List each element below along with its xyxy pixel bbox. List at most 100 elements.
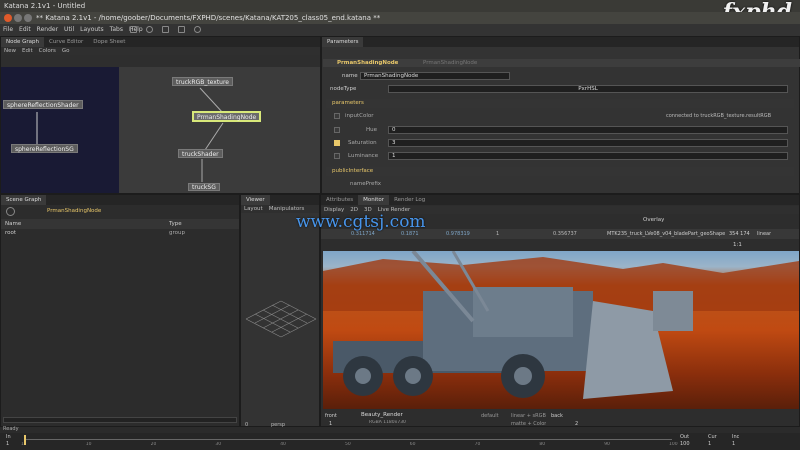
truck-render [323,251,799,399]
param-hue-field[interactable]: 0 [388,126,788,134]
pixel-coord: 354 174 [729,231,750,237]
root-name: root [5,230,17,236]
param-nodetype-dropdown[interactable]: PxrHSL [388,85,788,93]
render-info: RGBA 1180x730 [369,420,406,425]
viewer-menu-layout[interactable]: Layout [241,206,266,212]
scene-graph-close-icon[interactable] [6,207,15,216]
timeline-in-value[interactable]: 1 [6,441,9,447]
os-title: Katana 2.1v1 - Untitled [0,0,800,12]
param-name-field[interactable]: PrmanShadingNode [360,72,510,80]
close-window-icon[interactable] [4,14,12,22]
node-truckrgb-texture[interactable]: truckRGB_texture [172,77,234,86]
maximize-window-icon[interactable] [24,14,32,22]
lut-matte-color[interactable]: matte + Color [511,421,546,427]
section-public-interface[interactable]: publicInterface [326,167,794,176]
menu-file[interactable]: File [0,24,16,36]
pixel-b: 0.978319 [446,231,470,237]
timeline-tick: 1 [21,442,24,447]
render-name: Beauty_Render [361,412,403,418]
timeline-tick: 10 [85,442,92,447]
luminance-checkbox[interactable] [334,153,340,159]
render-image[interactable] [323,251,799,409]
viewer-camera-label[interactable]: persp [271,422,285,428]
param-luminance-field[interactable]: 1 [388,152,788,160]
param-name-label: name [342,73,358,79]
node-prman-shading[interactable]: PrmanShadingNode [191,111,262,122]
hue-checkbox[interactable] [334,127,340,133]
node-connections [36,87,224,182]
param-nodetype-label: nodeType [330,86,357,92]
node-truck-shader[interactable]: truckShader [178,149,223,158]
section-public-label: publicInterface [332,168,374,174]
timeline-track[interactable] [24,439,672,440]
lut-linear-srgb[interactable]: linear + sRGB [511,413,546,419]
menu-bar: File Edit Render Util Layouts Tabs Help [0,24,800,36]
window-title-bar: ** Katana 2.1v1 - /home/goober/Documents… [0,12,800,24]
timeline-tick: 30 [215,442,222,447]
status-text: Ready [3,426,19,432]
undo-icon[interactable] [130,26,137,33]
section-parameters-label: parameters [332,100,364,106]
render-icon[interactable] [162,26,169,33]
timeline-inc-value[interactable]: 1 [732,441,735,447]
overlay-label[interactable]: Overlay [643,217,664,223]
tab-monitor[interactable]: Monitor [358,195,390,205]
lut-default[interactable]: default [481,413,499,419]
menu-util[interactable]: Util [61,24,77,36]
tab-scene-graph[interactable]: Scene Graph [1,195,47,205]
front-value[interactable]: 1 [329,421,332,427]
window-title: ** Katana 2.1v1 - /home/goober/Documents… [36,14,381,22]
timeline-inc-label: Inc [732,434,740,440]
param-node-subtitle: PrmanShadingNode [423,60,478,66]
menu-render[interactable]: Render [34,24,61,36]
viewer-value: 0 [245,422,249,428]
back-value[interactable]: 2 [575,421,578,427]
param-saturation-label: Saturation [348,140,377,146]
settings-icon[interactable] [178,26,185,33]
camera-icon[interactable] [194,26,201,33]
scene-graph-pane: Scene Graph PrmanShadingNode Name Type r… [0,194,240,427]
param-saturation-field[interactable]: 3 [388,139,788,147]
node-sphere-reflection-sg[interactable]: sphereReflectionSG [11,144,78,153]
timeline-tick: 20 [150,442,157,447]
timeline-tick: 80 [539,442,546,447]
tab-viewer[interactable]: Viewer [241,195,270,205]
param-node-header: PrmanShadingNode PrmanShadingNode [323,59,800,67]
timeline-out-value[interactable]: 100 [680,441,690,447]
menu-edit[interactable]: Edit [16,24,34,36]
saturation-checkbox[interactable] [334,140,340,146]
scene-graph-row-root[interactable]: root group [1,228,239,238]
refresh-icon[interactable] [146,26,153,33]
timeline-cur-value[interactable]: 1 [708,441,711,447]
param-nameprefix-label: namePrefix [350,181,382,187]
minimize-window-icon[interactable] [14,14,22,22]
input-color-connection: connected to truckRGB_texture.resultRGB [666,113,772,119]
viewport-grid[interactable] [241,291,321,361]
timeline-tick: 90 [604,442,610,447]
section-parameters[interactable]: parameters [326,99,794,108]
tab-render-log[interactable]: Render Log [389,195,430,205]
color-mode[interactable]: linear [757,231,771,237]
monitor-ratio[interactable]: 1:1 [733,242,742,248]
menu-tabs[interactable]: Tabs [107,24,126,36]
param-node-title: PrmanShadingNode [337,60,399,66]
tab-parameters[interactable]: Parameters [322,37,364,47]
timeline-tick: 70 [474,442,481,447]
monitor-tabbar: Attributes Monitor Render Log [321,195,799,205]
timeline-tick: 50 [345,442,351,447]
menu-layouts[interactable]: Layouts [77,24,107,36]
scene-graph-scrollbar[interactable] [3,417,237,423]
tab-attributes[interactable]: Attributes [321,195,358,205]
param-luminance-label: Luminance [348,153,379,159]
param-hue-label: Hue [366,127,378,133]
scene-graph-tabbar: Scene Graph [1,195,239,205]
front-label: front [325,413,337,419]
timeline-in-label: In [6,434,11,440]
node-truck-sg[interactable]: truckSG [188,183,220,191]
node-sphere-reflection-shader[interactable]: sphereReflectionShader [3,100,83,109]
timeline-cur-label: Cur [708,434,717,440]
timeline-playhead[interactable] [24,435,26,445]
timeline-bar[interactable]: In 1 Out 100 Cur 1 Inc 1 1 10 20 30 40 50 60 70… [0,433,800,450]
input-color-checkbox[interactable] [334,113,340,119]
param-input-color-label: inputColor [345,113,374,119]
